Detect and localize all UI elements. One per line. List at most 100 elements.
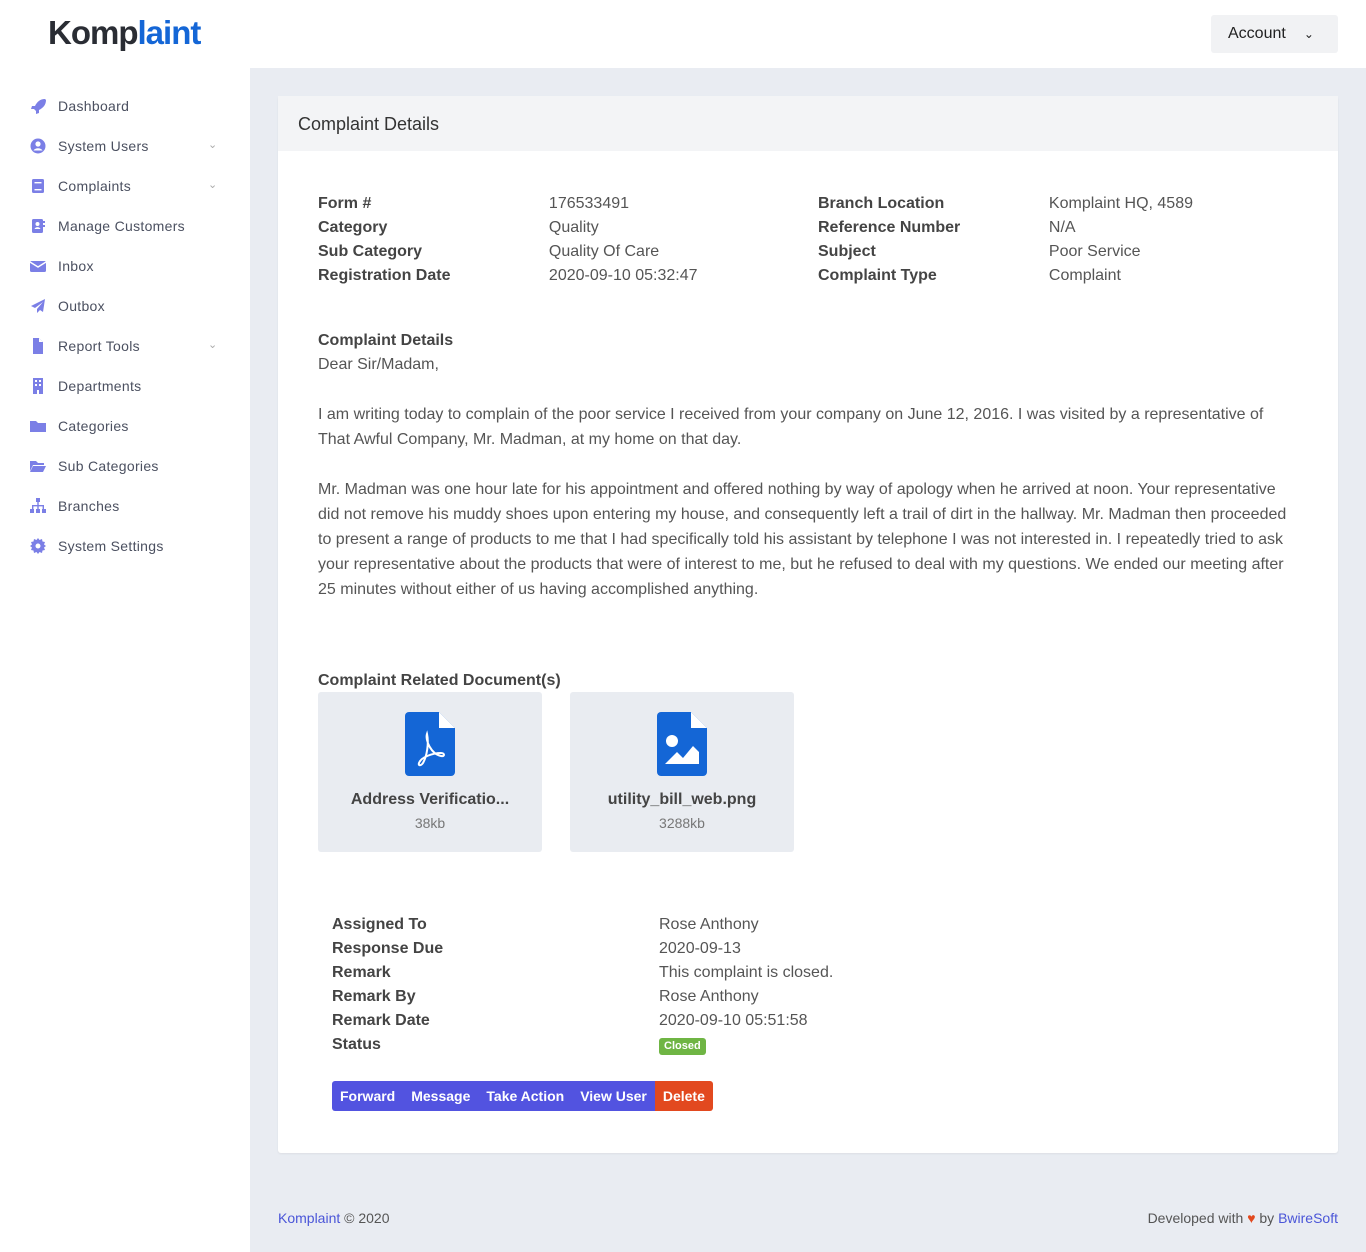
- address-book-icon: [30, 218, 46, 234]
- footer: Komplaint © 2020 Developed with ♥ by Bwi…: [278, 1210, 1338, 1226]
- assignment-row: Assigned To Rose Anthony: [332, 913, 1059, 937]
- folder-open-icon: [30, 458, 46, 474]
- detail-label: Complaint Type: [818, 267, 937, 284]
- file-image-icon: [657, 712, 707, 776]
- detail-value: Complaint: [1048, 267, 1121, 284]
- document-item[interactable]: utility_bill_web.png 3288kb: [570, 692, 794, 852]
- sidebar-item-label: Inbox: [58, 258, 94, 274]
- sidebar-item-label: Categories: [58, 418, 129, 434]
- status-label: Status: [332, 1036, 381, 1053]
- sidebar-nav: Dashboard System Users ⌄ Complaints ⌄ Manage …: [0, 86, 250, 566]
- chevron-down-icon: ⌄: [208, 339, 218, 351]
- sidebar-item-label: Outbox: [58, 298, 105, 314]
- sidebar-item-manage-customers[interactable]: Manage Customers: [0, 206, 250, 246]
- paragraph: Mr. Madman was one hour late for his app…: [318, 481, 1287, 598]
- complaint-card: Complaint Details Form # 176533491 Branch …: [278, 96, 1338, 1153]
- take-action-button[interactable]: Take Action: [478, 1081, 573, 1111]
- sitemap-icon: [30, 498, 46, 514]
- assignment-value: Rose Anthony: [659, 916, 759, 933]
- assignment-label: Remark By: [332, 988, 416, 1005]
- sidebar-item-label: Branches: [58, 498, 120, 514]
- account-dropdown[interactable]: Account ⌄: [1211, 15, 1338, 53]
- assignment-value: This complaint is closed.: [659, 964, 834, 981]
- detail-row: Form # 176533491 Branch Location Komplaint …: [318, 192, 1318, 216]
- detail-row: Registration Date 2020-09-10 05:32:47 Comp…: [318, 264, 1318, 288]
- sidebar-item-inbox[interactable]: Inbox: [0, 246, 250, 286]
- sidebar-item-departments[interactable]: Departments: [0, 366, 250, 406]
- developed-with: Developed with: [1147, 1210, 1244, 1226]
- assignment-row: Remark By Rose Anthony: [332, 985, 1059, 1009]
- heart-icon: ♥: [1247, 1210, 1256, 1226]
- sidebar-item-categories[interactable]: Categories: [0, 406, 250, 446]
- chevron-down-icon: ⌄: [208, 139, 218, 151]
- delete-button[interactable]: Delete: [654, 1081, 713, 1111]
- complaint-body: Complaint Details Dear Sir/Madam, I am w…: [318, 328, 1298, 602]
- detail-value: N/A: [1048, 219, 1076, 236]
- detail-label: Category: [318, 219, 388, 236]
- action-buttons: Forward Message Take Action View User De…: [332, 1081, 713, 1111]
- assignment-label: Remark Date: [332, 1012, 430, 1029]
- forward-button[interactable]: Forward: [332, 1081, 404, 1111]
- sidebar-item-label: System Settings: [58, 538, 164, 554]
- sidebar-item-label: Sub Categories: [58, 458, 159, 474]
- detail-label: Branch Location: [818, 195, 945, 212]
- sidebar-item-sub-categories[interactable]: Sub Categories: [0, 446, 250, 486]
- detail-label: Reference Number: [818, 219, 961, 236]
- main-content: Complaint Details Form # 176533491 Branch …: [250, 68, 1366, 1252]
- view-user-button[interactable]: View User: [572, 1081, 655, 1111]
- detail-value: Quality Of Care: [548, 243, 660, 260]
- documents-list: Address Verificatio... 38kb utility_bill…: [318, 692, 794, 852]
- document-item[interactable]: Address Verificatio... 38kb: [318, 692, 542, 852]
- top-bar: Account ⌄: [250, 0, 1366, 68]
- docs-heading-wrap: Complaint Related Document(s): [318, 668, 1298, 693]
- sidebar-item-label: Departments: [58, 378, 142, 394]
- chevron-down-icon: ⌄: [208, 179, 218, 191]
- user-circle-icon: [30, 138, 46, 154]
- message-button[interactable]: Message: [403, 1081, 479, 1111]
- building-icon: [30, 378, 46, 394]
- assignment-value: Rose Anthony: [659, 988, 759, 1005]
- detail-row: Sub Category Quality Of Care Subject Poor S…: [318, 240, 1318, 264]
- detail-value: Komplaint HQ, 4589: [1048, 195, 1193, 212]
- detail-label: Subject: [818, 243, 876, 260]
- sidebar-item-system-settings[interactable]: System Settings: [0, 526, 250, 566]
- sidebar-item-label: Manage Customers: [58, 218, 185, 234]
- complaint-heading: Complaint Details: [318, 332, 454, 349]
- sidebar-item-report-tools[interactable]: Report Tools ⌄: [0, 326, 250, 366]
- detail-label: Sub Category: [318, 243, 423, 260]
- assignment-row: Remark Date 2020-09-10 05:51:58: [332, 1009, 1059, 1033]
- footer-brand-link[interactable]: Komplaint: [278, 1210, 340, 1226]
- logo-text-blue: laint: [137, 14, 202, 51]
- developer-link[interactable]: BwireSoft: [1278, 1210, 1338, 1226]
- sidebar-item-complaints[interactable]: Complaints ⌄: [0, 166, 250, 206]
- detail-row: Category Quality Reference Number N/A: [318, 216, 1318, 240]
- assignment-row: Response Due 2020-09-13: [332, 937, 1059, 961]
- document-name: Address Verificatio...: [350, 791, 510, 808]
- salutation: Dear Sir/Madam,: [318, 356, 439, 373]
- detail-label: Registration Date: [318, 267, 451, 284]
- logo[interactable]: Komplaint: [48, 14, 202, 52]
- document-size: 38kb: [414, 815, 446, 831]
- by-text: by: [1259, 1210, 1275, 1226]
- assignment-label: Remark: [332, 964, 391, 981]
- assignment-label: Response Due: [332, 940, 444, 957]
- sidebar-item-outbox[interactable]: Outbox: [0, 286, 250, 326]
- paper-plane-icon: [30, 298, 46, 314]
- docs-heading: Complaint Related Document(s): [318, 672, 561, 689]
- assignment-value: 2020-09-13: [659, 940, 741, 957]
- assignment-details: Assigned To Rose Anthony Response Due 2020-…: [332, 913, 1059, 1057]
- status-badge: Closed: [659, 1038, 706, 1055]
- sidebar: Komplaint Dashboard System Users ⌄ Complain…: [0, 0, 250, 1252]
- sidebar-item-branches[interactable]: Branches: [0, 486, 250, 526]
- sidebar-item-label: Report Tools: [58, 338, 140, 354]
- document-size: 3288kb: [659, 815, 705, 831]
- book-icon: [30, 178, 46, 194]
- file-icon: [30, 338, 46, 354]
- sidebar-item-system-users[interactable]: System Users ⌄: [0, 126, 250, 166]
- copyright: © 2020: [344, 1210, 390, 1226]
- sidebar-item-dashboard[interactable]: Dashboard: [0, 86, 250, 126]
- card-title: Complaint Details: [278, 96, 1338, 151]
- detail-value: Quality: [548, 219, 599, 236]
- sidebar-item-label: Dashboard: [58, 98, 130, 114]
- cog-icon: [30, 538, 46, 554]
